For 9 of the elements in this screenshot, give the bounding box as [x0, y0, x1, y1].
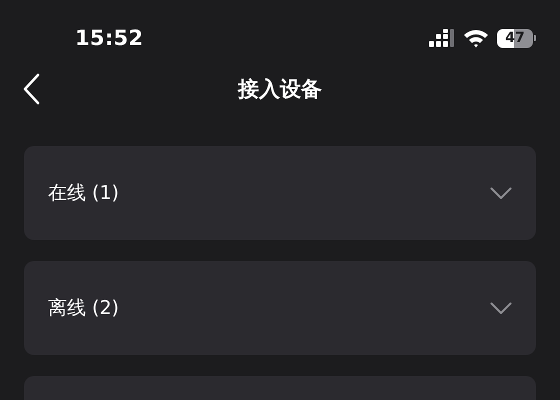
signal-icon: [429, 28, 455, 48]
section-label: 离线 (2): [48, 296, 120, 321]
section-header[interactable]: 在线 (1): [24, 146, 536, 240]
wifi-icon: [463, 28, 489, 48]
clock-time: 15:52: [75, 26, 144, 50]
section-label: 在线 (1): [48, 181, 120, 206]
page-title: 接入设备: [238, 76, 322, 103]
section-header[interactable]: 离线 (2): [24, 261, 536, 355]
back-button[interactable]: [22, 72, 42, 106]
